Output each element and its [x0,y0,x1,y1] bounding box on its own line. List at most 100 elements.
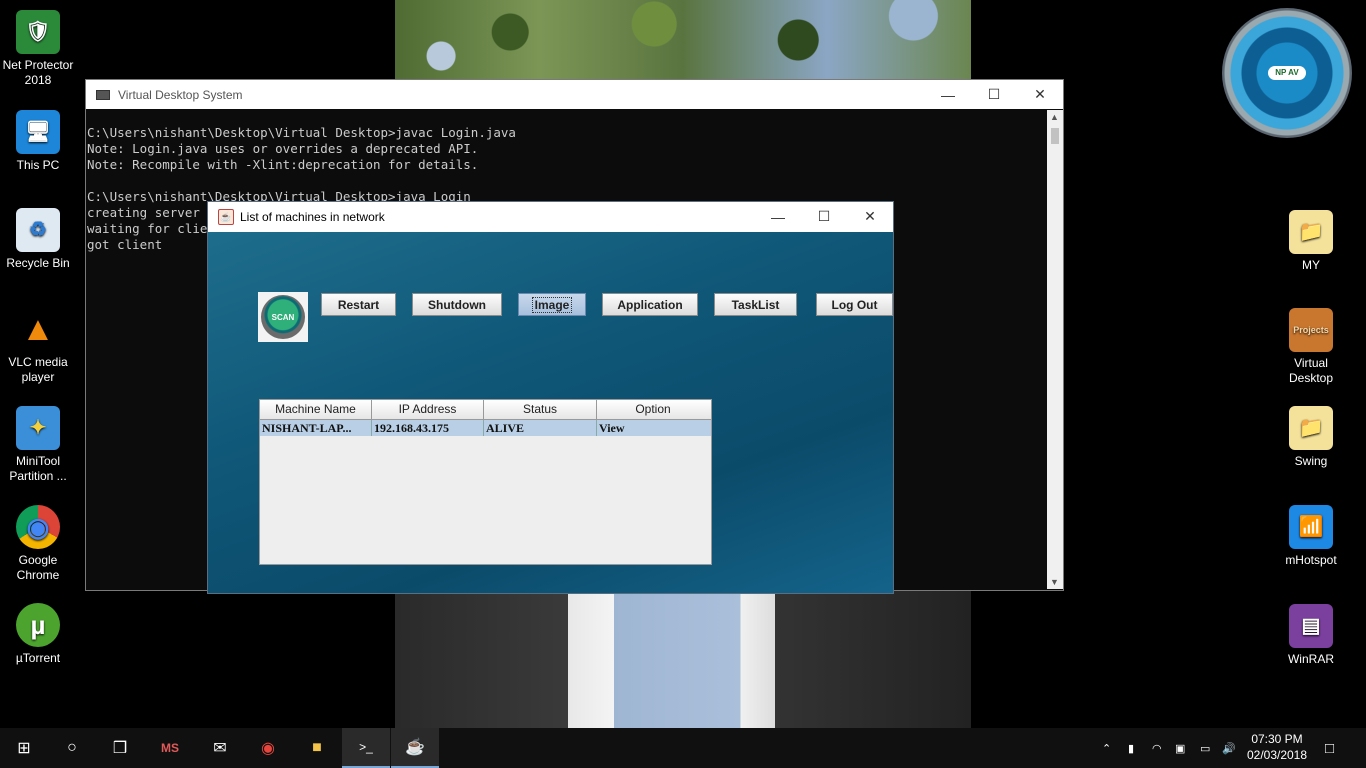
network-icon[interactable]: ◠ [1152,728,1162,768]
application-label: Application [617,297,683,312]
taskbar-ms-ds-app[interactable]: MS [146,728,194,768]
scan-button[interactable]: SCAN [258,292,308,342]
close-button[interactable]: ✕ [1017,80,1063,109]
cell-ip-address[interactable]: 192.168.43.175 [372,420,484,436]
clock-date: 02/03/2018 [1246,748,1308,762]
console-titlebar[interactable]: Virtual Desktop System — ☐ ✕ [86,80,1063,109]
battery-icon[interactable]: ▭ [1200,728,1210,768]
console-app-icon [96,89,110,100]
taskbar-console[interactable]: >_ [342,728,390,768]
logout-label: Log Out [831,297,878,312]
cell-option-view[interactable]: View [597,420,709,436]
projects-folder-icon: Projects [1289,308,1333,352]
desktop-icon-label: This PC [16,158,60,172]
taskbar-mail[interactable]: ✉ [196,728,244,768]
restart-label: Restart [337,297,380,312]
restart-button[interactable]: Restart [321,293,396,316]
mail-icon: ✉ [213,740,227,757]
desktop-icon-recycle-bin[interactable]: ♻ Recycle Bin [0,208,76,271]
scroll-up-arrow-icon[interactable]: ▲ [1050,112,1059,122]
desktop-icon-label: Virtual Desktop [1288,356,1334,385]
machines-titlebar[interactable]: ☕ List of machines in network — ☐ ✕ [208,202,893,231]
tray-show-hidden-icon[interactable]: ⌃ [1102,728,1111,768]
recycle-bin-icon: ♻ [16,208,60,252]
taskbar-chrome[interactable]: ◉ [244,728,292,768]
desktop-icon-label: MiniTool Partition ... [9,454,67,483]
desktop-icon-label: Swing [1294,454,1328,468]
java-icon: ☕ [218,208,234,225]
minimize-button[interactable]: — [925,80,971,109]
winrar-icon: ▤ [1289,604,1333,648]
shutdown-label: Shutdown [428,297,486,312]
desktop-icon-net-protector[interactable]: 🛡 Net Protector 2018 [0,10,76,88]
column-header-ip-address[interactable]: IP Address [372,400,484,419]
cortana-circle-icon: ○ [67,739,77,756]
npav-logo: NP AV [1268,66,1306,80]
tasklist-button[interactable]: TaskList [714,293,797,316]
clock-time: 07:30 PM [1251,732,1303,746]
action-center-icon[interactable]: □ [1325,728,1334,768]
column-header-option[interactable]: Option [597,400,709,419]
logout-button[interactable]: Log Out [816,293,893,316]
wifi-icon: 📶 [1289,505,1333,549]
wallpaper-foliage [395,0,971,80]
windows-logo-icon: ⊞ [17,740,31,757]
desktop-icon-label: Google Chrome [16,553,60,582]
table-row[interactable]: NISHANT-LAP... 192.168.43.175 ALIVE View [260,420,711,436]
application-button[interactable]: Application [602,293,698,316]
vlc-cone-icon: ▲ [21,309,55,348]
desktop-icon-minitool[interactable]: ✦ MiniTool Partition ... [0,406,76,484]
start-button[interactable]: ⊞ [0,728,48,768]
scan-icon: SCAN [261,295,305,339]
desktop-icon-swing[interactable]: 📁 Swing [1273,406,1349,469]
column-header-status[interactable]: Status [484,400,597,419]
console-title: Virtual Desktop System [118,87,243,102]
scroll-down-arrow-icon[interactable]: ▼ [1050,577,1059,587]
desktop-icon-this-pc[interactable]: 🖥 This PC [0,110,76,173]
close-button[interactable]: ✕ [847,202,893,231]
maximize-button[interactable]: ☐ [971,80,1017,109]
npav-gadget[interactable]: NP AV [1222,8,1352,138]
folder-icon: ■ [312,739,322,756]
machines-window[interactable]: ☕ List of machines in network — ☐ ✕ SCAN… [207,201,894,594]
utorrent-icon: µ [16,603,60,647]
maximize-button[interactable]: ☐ [801,202,847,231]
clock[interactable]: 07:30 PM 02/03/2018 [1237,731,1317,763]
machines-table[interactable]: Machine Name IP Address Status Option NI… [259,399,712,565]
tasklist-label: TaskList [731,297,780,312]
desktop-icon-winrar[interactable]: ▤ WinRAR [1273,604,1349,667]
desktop-icon-chrome[interactable]: ◉ Google Chrome [0,505,76,583]
desktop-icon-vlc[interactable]: ▲ VLC media player [0,307,76,385]
computer-icon: 🖥 [16,110,60,154]
column-header-machine-name[interactable]: Machine Name [260,400,372,419]
desktop-icon-label: mHotspot [1285,553,1337,567]
console-icon: >_ [359,740,373,754]
taskbar-file-explorer[interactable]: ■ [293,728,341,768]
cell-machine-name[interactable]: NISHANT-LAP... [260,420,372,436]
table-header: Machine Name IP Address Status Option [260,400,711,420]
desktop-icon-utorrent[interactable]: µ µTorrent [0,603,76,666]
search-button[interactable]: ○ [48,728,96,768]
chrome-icon: ◉ [16,505,60,549]
console-scrollbar[interactable]: ▲ ▼ [1047,110,1063,589]
task-view-button[interactable]: ❒ [96,728,144,768]
minimize-button[interactable]: — [755,202,801,231]
wallpaper-photo-person [395,590,971,728]
desktop-icon-virtual-desktop[interactable]: Projects Virtual Desktop [1273,308,1349,386]
minitool-icon: ✦ [16,406,60,450]
desktop-icon-mhotspot[interactable]: 📶 mHotspot [1273,505,1349,568]
image-button[interactable]: Image [518,293,586,316]
scrollbar-thumb[interactable] [1051,128,1059,144]
cell-status[interactable]: ALIVE [484,420,597,436]
taskbar: ⊞ ○ ❒ MS ✉ ◉ ■ >_ ☕ ⌃ ▮ ◠ ▣ ▭ 🔊 07:30 PM… [0,728,1366,768]
display-icon[interactable]: ▣ [1175,728,1185,768]
shutdown-button[interactable]: Shutdown [412,293,502,316]
desktop-icon-my[interactable]: 📁 MY [1273,210,1349,273]
desktop-icon-label: WinRAR [1287,652,1334,666]
desktop-icon-label: Net Protector 2018 [2,58,74,87]
volume-icon[interactable]: 🔊 [1222,728,1236,768]
taskbar-java[interactable]: ☕ [391,728,439,768]
desktop-icon-label: MY [1302,258,1320,272]
machines-panel: SCAN Restart Shutdown Image Application … [208,232,893,593]
usb-icon[interactable]: ▮ [1128,728,1134,768]
